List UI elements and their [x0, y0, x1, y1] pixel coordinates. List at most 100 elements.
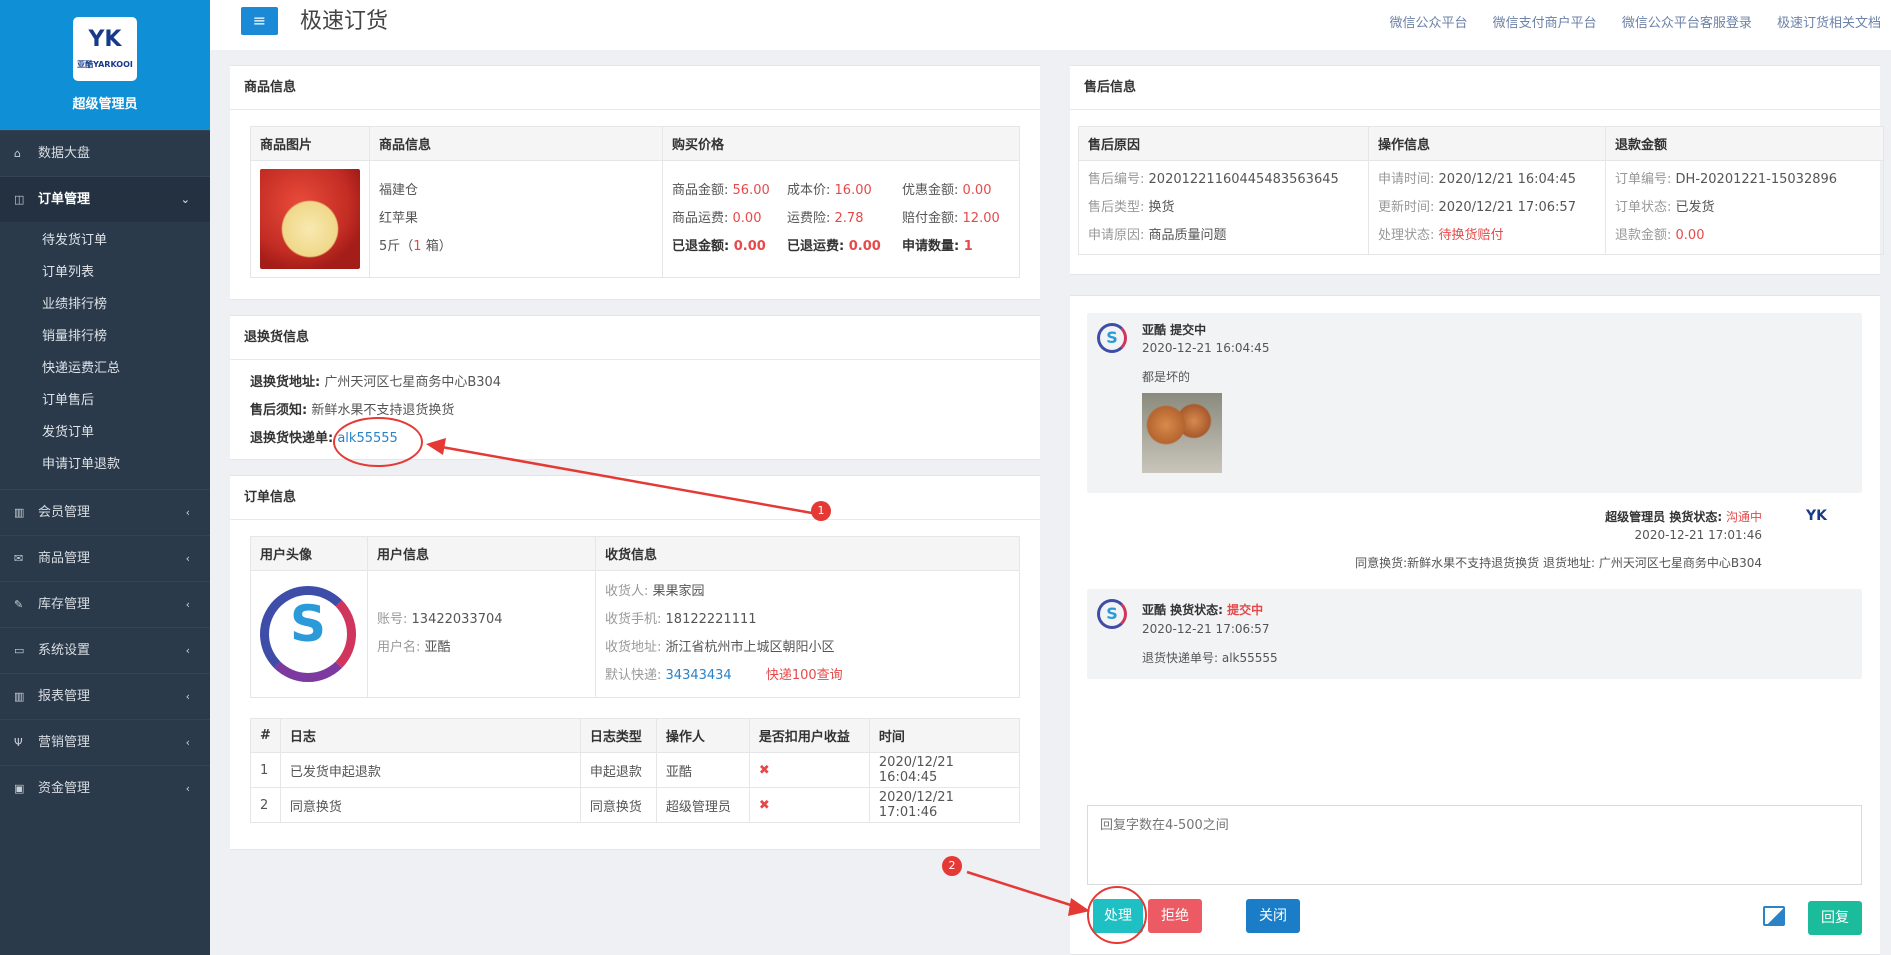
- sidebar-item-inventory[interactable]: ✎ 库存管理 ‹: [0, 581, 210, 627]
- reject-button[interactable]: 拒绝: [1148, 899, 1202, 933]
- annotation-badge: 1: [811, 501, 831, 521]
- return-notice: 售后须知: 新鲜水果不支持退货换货: [250, 397, 1020, 425]
- process-button[interactable]: 处理: [1093, 899, 1143, 933]
- spec-unit: 箱: [425, 239, 439, 254]
- table-header: 购买价格: [662, 126, 1020, 161]
- sidebar-item-finance[interactable]: ▣ 资金管理 ‹: [0, 765, 210, 811]
- kv-line: 更新时间: 2020/12/21 17:06:57: [1378, 194, 1596, 222]
- log-time: 2020/12/21 16:04:45: [868, 752, 1021, 788]
- top-link[interactable]: 微信公众平台客服登录: [1622, 12, 1752, 31]
- price-value: 0.00: [733, 239, 766, 254]
- brand-title: 超级管理员: [72, 97, 138, 112]
- price-value: 16.00: [834, 183, 872, 198]
- express-query-link[interactable]: 快递100查询: [766, 668, 843, 683]
- sender-name: 超级管理员 换货状态:: [1605, 510, 1723, 524]
- order-submenu: 待发货订单 订单列表 业绩排行榜 销量排行榜 快递运费汇总 订单售后 发货订单 …: [0, 222, 210, 489]
- receiver-line: 收货人: 果果家园: [605, 578, 1010, 606]
- table-header: 是否扣用户收益: [748, 718, 870, 753]
- sidebar-item-settings[interactable]: ▭ 系统设置 ‹: [0, 627, 210, 673]
- price-label: 商品金额:: [672, 183, 729, 198]
- price-item: 成本价: 16.00: [787, 177, 902, 205]
- reply-button[interactable]: 回复: [1808, 901, 1862, 935]
- price-item: 已退金额: 0.00: [672, 233, 787, 261]
- log-type: 同意换货: [579, 787, 657, 823]
- submenu-item[interactable]: 业绩排行榜: [0, 289, 210, 321]
- chat-message: S 亚酷 提交中 2020-12-21 16:04:45 都是坏的: [1087, 313, 1862, 493]
- product-image: [260, 169, 360, 269]
- field-label: 用户名:: [377, 640, 421, 655]
- sidebar-item-products[interactable]: ✉ 商品管理 ‹: [0, 535, 210, 581]
- chat-sender: 亚酷 提交中: [1142, 323, 1207, 337]
- close-button[interactable]: 关闭: [1246, 899, 1300, 933]
- sidebar-item-reports[interactable]: ▥ 报表管理 ‹: [0, 673, 210, 719]
- field-value: 0.00: [1675, 227, 1705, 243]
- menu-label: 报表管理: [38, 689, 91, 704]
- chevron-left-icon: ‹: [185, 736, 190, 749]
- field-label: 退换货地址:: [250, 375, 321, 390]
- menu-toggle-button[interactable]: ≡: [241, 7, 278, 35]
- sidebar-item-marketing[interactable]: Ψ 营销管理 ‹: [0, 719, 210, 765]
- log-operator: 超级管理员: [655, 787, 750, 823]
- table-header: #: [250, 718, 281, 753]
- product-image-cell: [250, 160, 370, 278]
- express-number[interactable]: 34343434: [666, 668, 732, 683]
- order-user-table: 用户头像 用户信息 收货信息 S 账号: 13422033704 用户名: 亚酷…: [250, 536, 1020, 698]
- price-label: 运费险:: [787, 211, 831, 226]
- field-label: 订单状态:: [1615, 199, 1672, 215]
- chevron-left-icon: ‹: [185, 782, 190, 795]
- image-upload-icon[interactable]: [1763, 906, 1785, 926]
- chat-message: S 亚酷 换货状态: 提交中 2020-12-21 17:06:57 退货快递单…: [1087, 589, 1862, 679]
- sidebar-item-orders[interactable]: ◫ 订单管理 ⌄: [0, 176, 210, 222]
- product-table: 商品图片 商品信息 购买价格 福建仓 红苹果 5斤（1 箱） 商品金额: 56.…: [250, 126, 1020, 278]
- product-spec: 5斤（1 箱）: [379, 239, 452, 254]
- submenu-item[interactable]: 待发货订单: [0, 225, 210, 257]
- menu-label: 订单管理: [38, 192, 91, 207]
- price-item: 运费险: 2.78: [787, 205, 902, 233]
- aftersale-table: 售后原因 操作信息 退款金额 售后编号: 2020122116044548356…: [1078, 126, 1884, 255]
- price-row: 已退金额: 0.00 已退运费: 0.00 申请数量: 1: [672, 233, 1010, 261]
- submenu-item[interactable]: 销量排行榜: [0, 321, 210, 353]
- tracking-link[interactable]: alk55555: [337, 431, 397, 446]
- price-value: 12.00: [962, 211, 1000, 226]
- field-value: 新鲜水果不支持退货换货: [311, 403, 455, 418]
- submenu-item[interactable]: 申请订单退款: [0, 449, 210, 481]
- field-label: 默认快递:: [605, 668, 662, 683]
- return-address: 退换货地址: 广州天河区七星商务中心B304: [250, 369, 1020, 397]
- price-row: 商品运费: 0.00 运费险: 2.78 赔付金额: 12.00: [672, 205, 1010, 233]
- kv-line: 申请时间: 2020/12/21 16:04:45: [1378, 166, 1596, 194]
- submenu-item[interactable]: 订单售后: [0, 385, 210, 417]
- panel-title: 退换货信息: [230, 316, 1040, 360]
- kv-line: 处理状态: 待换货赔付: [1378, 222, 1596, 250]
- price-value: 56.00: [732, 183, 770, 198]
- field-value: 换货: [1148, 199, 1175, 215]
- return-panel: 退换货信息 退换货地址: 广州天河区七星商务中心B304 售后须知: 新鲜水果不…: [230, 315, 1040, 460]
- chat-time: 2020-12-21 17:06:57: [1142, 622, 1270, 636]
- sidebar-item-dashboard[interactable]: ⌂ 数据大盘: [0, 130, 210, 176]
- field-label: 售后编号:: [1088, 171, 1145, 187]
- price-value: 2.78: [834, 211, 864, 226]
- submenu-item[interactable]: 发货订单: [0, 417, 210, 449]
- top-link[interactable]: 微信公众平台: [1390, 12, 1468, 31]
- chevron-left-icon: ‹: [185, 506, 190, 519]
- kv-line: 售后编号: 20201221160445483563645: [1088, 166, 1359, 194]
- log-type: 申起退款: [579, 752, 657, 788]
- field-label: 更新时间:: [1378, 199, 1435, 215]
- return-tracking: 退换货快递单: alk55555: [250, 425, 1020, 453]
- top-link[interactable]: 微信支付商户平台: [1493, 12, 1597, 31]
- cutlery-icon: Ψ: [14, 736, 23, 749]
- submenu-item[interactable]: 快递运费汇总: [0, 353, 210, 385]
- chat-sender: 亚酷 换货状态: 提交中: [1142, 601, 1263, 618]
- product-name: 红苹果: [379, 211, 419, 226]
- avatar: S: [1097, 323, 1127, 353]
- sidebar-item-members[interactable]: ▥ 会员管理 ‹: [0, 489, 210, 535]
- field-label: 订单编号:: [1615, 171, 1672, 187]
- kv-line: 退款金额: 0.00: [1615, 222, 1874, 250]
- chat-attachment-image[interactable]: [1142, 393, 1222, 473]
- top-link[interactable]: 极速订货相关文档: [1777, 12, 1881, 31]
- username-line: 用户名: 亚酷: [377, 634, 586, 662]
- envelope-icon: ✉: [14, 552, 24, 565]
- reply-input[interactable]: [1087, 805, 1862, 885]
- panel-title: 订单信息: [230, 476, 1040, 520]
- submenu-item[interactable]: 订单列表: [0, 257, 210, 289]
- field-value: 18122221111: [665, 612, 757, 627]
